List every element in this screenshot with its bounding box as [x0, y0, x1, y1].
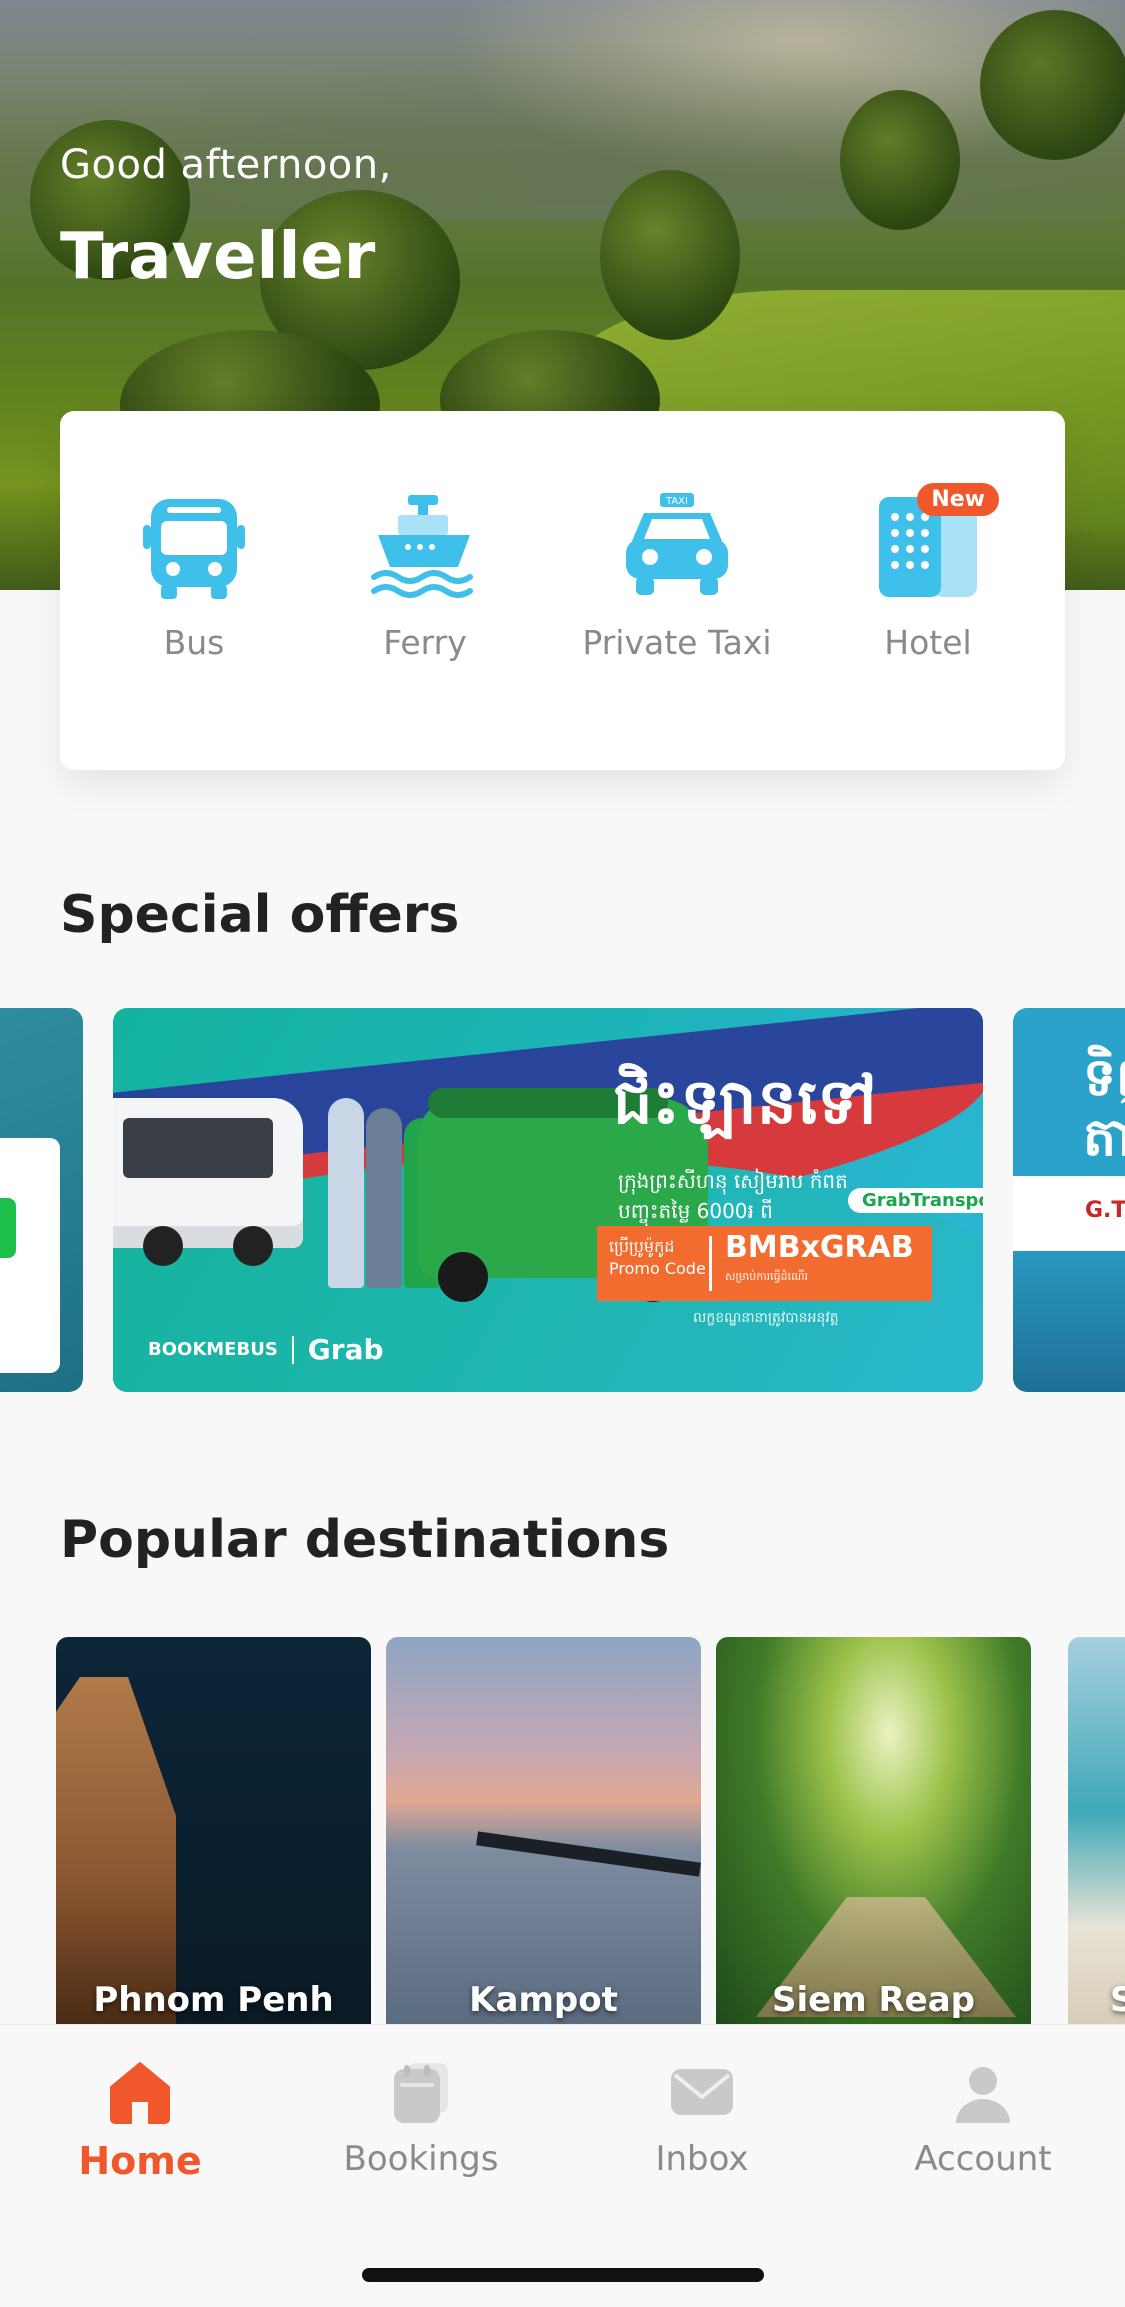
destination-card-siem-reap[interactable]: Siem Reap: [716, 1637, 1031, 2024]
service-label: Ferry: [383, 623, 467, 662]
destination-name: Phnom Penh: [93, 1980, 334, 2020]
home-icon: [105, 2057, 175, 2127]
offer-subline: ក្រុងព្រះសីហនុ សៀមរាប កំពត បញ្ចុះតម្លៃ 6…: [618, 1169, 848, 1223]
destination-card-kampot[interactable]: Kampot: [386, 1637, 701, 2024]
new-badge: New: [917, 483, 999, 516]
special-offers-title: Special offers: [60, 885, 460, 945]
taxi-icon: TAXI: [622, 491, 732, 601]
nav-label: Home: [78, 2139, 202, 2183]
service-ferry[interactable]: Ferry: [325, 491, 525, 662]
bookmebus-logo: BOOKMEBUS: [148, 1339, 278, 1360]
bookings-icon: [386, 2057, 456, 2127]
nav-label: Inbox: [655, 2139, 749, 2179]
nav-home[interactable]: Home: [20, 2057, 260, 2183]
ferry-icon: [370, 491, 480, 601]
grab-logo: Grab: [307, 1333, 384, 1366]
offer-brands: BOOKMEBUS Grab: [148, 1333, 384, 1366]
popular-destinations-title: Popular destinations: [60, 1510, 670, 1570]
service-label: Private Taxi: [582, 623, 772, 662]
service-private-taxi[interactable]: TAXI Private Taxi: [577, 491, 777, 662]
nav-inbox[interactable]: Inbox: [582, 2057, 822, 2179]
destination-name: Kampot: [469, 1980, 618, 2020]
service-hotel[interactable]: New Hotel: [828, 483, 1028, 662]
nav-account[interactable]: Account: [863, 2057, 1103, 2179]
offer-card-bookmebus-grab[interactable]: ជិះឡានទៅ ក្រុងព្រះសីហនុ សៀមរាប កំពត បញ្ច…: [113, 1008, 983, 1392]
offer-terms: លក្ខខណ្ឌនានាត្រូវបានអនុវត្ត: [693, 1310, 839, 1326]
user-name: Traveller: [60, 220, 376, 294]
service-label: Bus: [163, 623, 225, 662]
nav-label: Account: [914, 2139, 1052, 2179]
inbox-icon: [667, 2057, 737, 2127]
bus-illustration: [113, 1098, 303, 1266]
offer-headline: ជិះឡានទៅ: [613, 1065, 878, 1138]
grab-transport-pill: GrabTransport: [848, 1188, 983, 1213]
greeting-text: Good afternoon,: [60, 142, 392, 188]
destination-name: Siem Reap: [772, 1980, 975, 2020]
svg-text:TAXI: TAXI: [665, 496, 688, 507]
promo-code-box: ប្រើប្រូម៉ូកូដ Promo Code BMBxGRAB សម្រាប…: [597, 1226, 932, 1301]
hotel-icon: New: [873, 483, 999, 601]
destination-card-phnom-penh[interactable]: Phnom Penh: [56, 1637, 371, 2024]
service-bus[interactable]: Bus: [94, 491, 294, 662]
home-indicator: [362, 2268, 764, 2282]
offer-next-logo: G.T.: [1085, 1198, 1125, 1223]
account-icon: [948, 2057, 1018, 2127]
offer-next-text: ទិញ តាម: [1083, 1048, 1125, 1168]
services-card: Bus Ferry TAXI Private Taxi New Hotel: [60, 411, 1065, 770]
offer-card-next[interactable]: ទិញ តាម G.T.: [1013, 1008, 1125, 1392]
service-label: Hotel: [884, 623, 972, 662]
bus-icon: [139, 491, 249, 601]
destination-card-next[interactable]: S: [1068, 1637, 1125, 2024]
nav-label: Bookings: [343, 2139, 499, 2179]
promo-code: BMBxGRAB: [725, 1230, 914, 1265]
destination-name: S: [1110, 1980, 1125, 2020]
offer-card-previous[interactable]: [0, 1008, 83, 1392]
nav-bookings[interactable]: Bookings: [301, 2057, 541, 2179]
bottom-navigation: Home Bookings Inbox Account: [0, 2024, 1125, 2307]
